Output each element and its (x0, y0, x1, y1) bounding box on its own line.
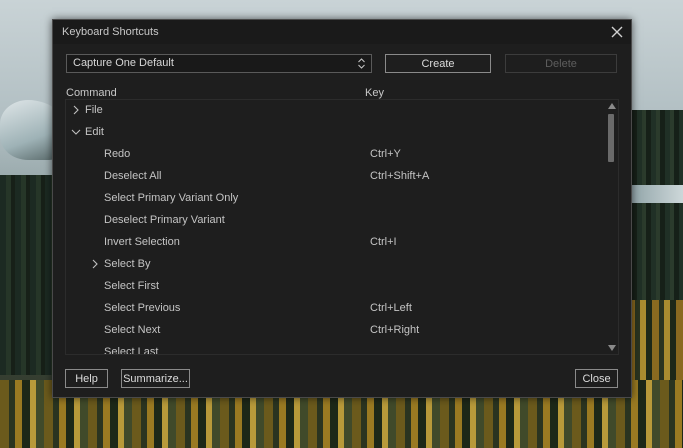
title-bar: Keyboard Shortcuts (53, 20, 631, 44)
summarize-button[interactable]: Summarize... (121, 369, 190, 388)
list-item[interactable]: File (66, 100, 606, 122)
list-item-label: Edit (85, 126, 104, 138)
close-button[interactable]: Close (575, 369, 618, 388)
scrollbar-thumb[interactable] (608, 114, 614, 162)
delete-button[interactable]: Delete (505, 54, 617, 73)
list-item-label: Deselect Primary Variant (104, 214, 225, 226)
help-button[interactable]: Help (65, 369, 108, 388)
list-item[interactable]: Select Last (66, 342, 606, 355)
chevron-up-down-icon (358, 58, 365, 69)
create-button[interactable]: Create (385, 54, 491, 73)
close-icon[interactable] (607, 22, 627, 42)
list-item-label: Select By (104, 258, 151, 270)
list-item[interactable]: Deselect Primary Variant (66, 210, 606, 232)
chevron-down-icon[interactable] (71, 127, 81, 137)
background-trees-left (0, 175, 60, 375)
window-title: Keyboard Shortcuts (62, 26, 159, 38)
list-item-label: Select Next (104, 324, 161, 336)
list-item[interactable]: Select First (66, 276, 606, 298)
list-item-label: Deselect All (104, 170, 162, 182)
scroll-up-icon[interactable] (608, 102, 616, 110)
list-item[interactable]: Edit (66, 122, 606, 144)
list-item-label: Select Previous (104, 302, 181, 314)
chevron-right-icon[interactable] (90, 259, 100, 269)
list-item-key: Ctrl+Y (370, 148, 401, 160)
list-item-label: Select Primary Variant Only (104, 192, 239, 204)
list-item-key: Ctrl+I (370, 236, 397, 248)
list-item-key: Ctrl+Left (370, 302, 412, 314)
list-item-label: File (85, 104, 103, 116)
scroll-down-icon[interactable] (608, 344, 616, 352)
vertical-scrollbar[interactable] (606, 100, 618, 354)
shortcut-list: File Edit Redo Ctrl+Y Deselect All Ctrl+Shift… (65, 99, 619, 355)
preset-select[interactable]: Capture One Default (66, 54, 372, 73)
list-item-key: Ctrl+Right (370, 324, 420, 336)
list-item[interactable]: Deselect All Ctrl+Shift+A (66, 166, 606, 188)
column-header-command[interactable]: Command (66, 87, 117, 99)
list-item-label: Select Last (104, 346, 159, 355)
keyboard-shortcuts-dialog: Keyboard Shortcuts Capture One Default C… (52, 19, 632, 398)
list-item[interactable]: Redo Ctrl+Y (66, 144, 606, 166)
list-item[interactable]: Select Primary Variant Only (66, 188, 606, 210)
list-item-label: Redo (104, 148, 131, 160)
list-item-label: Select First (104, 280, 160, 292)
background-river-right (628, 185, 683, 203)
list-item-key: Ctrl+Shift+A (370, 170, 430, 182)
list-item[interactable]: Invert Selection Ctrl+I (66, 232, 606, 254)
background-autumn-trees-right (628, 300, 683, 390)
column-header-key[interactable]: Key (365, 87, 384, 99)
list-item-label: Invert Selection (104, 236, 180, 248)
list-item[interactable]: Select By (66, 254, 606, 276)
list-item[interactable]: Select Previous Ctrl+Left (66, 298, 606, 320)
chevron-right-icon[interactable] (71, 105, 81, 115)
list-item[interactable]: Select Next Ctrl+Right (66, 320, 606, 342)
preset-select-value: Capture One Default (73, 57, 174, 69)
